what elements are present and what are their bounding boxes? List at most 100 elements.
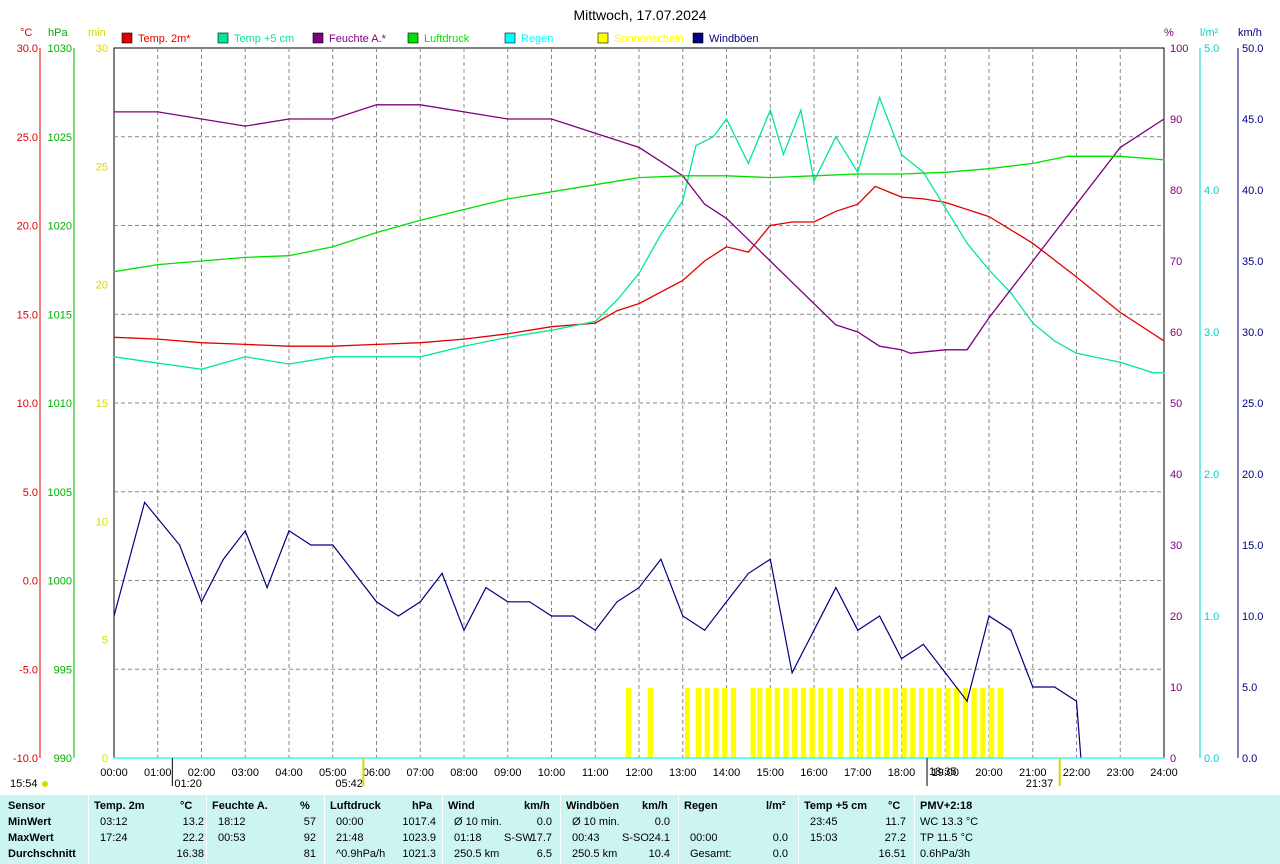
- temp-tick: 0.0: [23, 576, 38, 588]
- row-label-min: MinWert: [8, 816, 52, 828]
- data-point: [944, 201, 946, 204]
- data-point: [507, 118, 509, 120]
- data-point: [485, 587, 487, 589]
- data-point: [222, 558, 224, 560]
- stat-value: 0.0: [654, 816, 670, 828]
- time-tick: 04:00: [275, 767, 303, 779]
- pct-tick: 0: [1170, 753, 1176, 765]
- data-point: [419, 219, 421, 221]
- time-tick: 11:00: [582, 767, 609, 779]
- data-point: [1067, 155, 1069, 157]
- stats-table: Sensor MinWert MaxWert Durchschnitt Temp. 2m…: [0, 795, 1280, 864]
- stat-value: 0.0: [772, 848, 788, 860]
- data-point: [1032, 322, 1034, 324]
- data-point: [113, 336, 115, 338]
- legend-label: Luftdruck: [424, 33, 470, 45]
- rain-axis-unit: l/m²: [1200, 27, 1219, 39]
- pct-tick: 80: [1170, 185, 1182, 197]
- pmv-line: TP 11.5 °C: [920, 832, 973, 844]
- data-point: [879, 97, 881, 99]
- data-point: [200, 118, 203, 120]
- data-point: [944, 672, 946, 674]
- data-point: [244, 530, 246, 532]
- legend-label: Regen: [521, 33, 553, 45]
- stat-header: Temp. 2m: [94, 800, 145, 812]
- stat-value: 0.0: [772, 832, 788, 844]
- sunshine-bar: [919, 688, 925, 758]
- stat-value: 24.1: [648, 832, 670, 844]
- stat-separator: [324, 795, 325, 864]
- stat-header: Feuchte A.: [212, 800, 268, 812]
- data-point: [835, 210, 837, 212]
- stat-value: 17.7: [530, 832, 552, 844]
- data-point: [857, 203, 859, 205]
- data-point: [1054, 340, 1056, 342]
- data-point: [712, 136, 714, 138]
- hpa-tick: 1005: [48, 487, 72, 499]
- sunshine-bar: [750, 688, 756, 758]
- left-time-label: 15:54: [10, 778, 38, 790]
- sunshine-bar: [980, 688, 986, 758]
- data-point: [813, 175, 815, 177]
- time-tick: 18:00: [888, 767, 916, 779]
- data-point: [113, 111, 115, 113]
- stat-header: Windböen: [566, 800, 620, 812]
- sunshine-bar: [713, 688, 719, 758]
- pct-tick: 50: [1170, 398, 1182, 410]
- data-point: [988, 317, 990, 319]
- data-point: [113, 356, 115, 358]
- data-point: [879, 345, 881, 347]
- temp-tick: -10.0: [13, 753, 38, 765]
- rain-tick: 4.0: [1204, 185, 1219, 197]
- data-point: [922, 198, 924, 200]
- data-point: [747, 239, 749, 241]
- sunshine-bar: [838, 688, 844, 758]
- data-point: [1119, 311, 1121, 314]
- legend-swatch: [121, 32, 133, 44]
- pct-tick: 30: [1170, 540, 1182, 552]
- stat-header: Sensor: [8, 800, 46, 812]
- data-point: [1032, 162, 1034, 164]
- sunshine-bar: [695, 688, 702, 758]
- data-point: [695, 145, 697, 147]
- wind-tick: 20.0: [1242, 469, 1263, 481]
- data-point: [616, 310, 618, 312]
- data-point: [550, 118, 553, 120]
- data-point: [988, 216, 990, 218]
- min-tick: 30: [96, 43, 108, 55]
- data-point: [157, 111, 159, 113]
- min-tick: 20: [96, 280, 108, 292]
- data-point: [769, 176, 771, 179]
- data-point: [179, 544, 181, 546]
- data-point: [660, 233, 662, 235]
- data-point: [747, 572, 749, 575]
- data-point: [1163, 159, 1165, 161]
- sunshine-bar: [936, 688, 942, 758]
- data-point: [857, 331, 859, 333]
- data-point: [988, 168, 990, 170]
- hpa-tick: 1015: [48, 309, 72, 321]
- stat-unit: km/h: [642, 800, 668, 812]
- stat-value: 13.2: [182, 816, 204, 828]
- sunshine-bar: [884, 688, 890, 758]
- hpa-tick: 990: [54, 753, 72, 765]
- data-point: [616, 601, 618, 603]
- legend-swatch: [504, 32, 516, 44]
- data-point: [200, 368, 203, 370]
- stat-unit: l/m²: [766, 800, 786, 812]
- min-tick: 5: [102, 635, 108, 647]
- legend-label: Temp. 2m*: [138, 33, 191, 45]
- data-point: [507, 336, 509, 338]
- data-point: [660, 161, 662, 163]
- data-point: [638, 272, 640, 275]
- data-point: [900, 173, 903, 175]
- data-point: [704, 629, 706, 631]
- sunshine-bar: [910, 688, 916, 758]
- sunshine-bar: [827, 688, 833, 758]
- data-point: [835, 136, 837, 138]
- sunshine-bar: [765, 688, 772, 758]
- stat-separator: [798, 795, 799, 864]
- data-point: [244, 256, 246, 259]
- data-point: [1010, 292, 1012, 294]
- sunshine-bar: [774, 688, 780, 758]
